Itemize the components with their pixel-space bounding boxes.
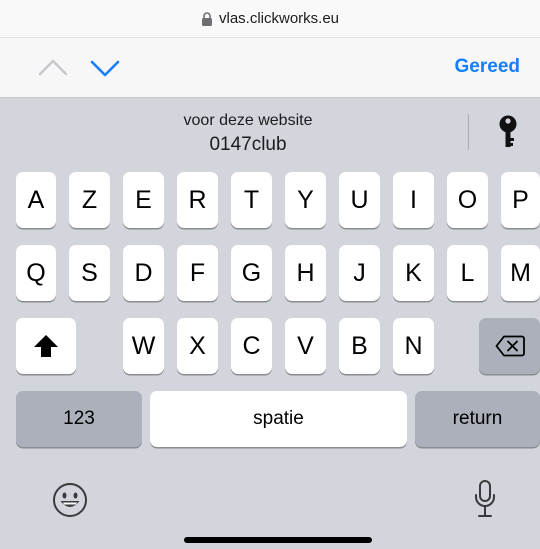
numbers-key[interactable]: 123 — [16, 391, 142, 447]
backspace-icon — [495, 335, 525, 357]
key-t[interactable]: T — [231, 172, 272, 228]
key-m[interactable]: M — [501, 245, 540, 301]
key-j[interactable]: J — [339, 245, 380, 301]
key-g[interactable]: G — [231, 245, 272, 301]
space-key[interactable]: spatie — [150, 391, 407, 447]
keyboard-accessory-bar: Gereed — [0, 38, 540, 98]
key-d[interactable]: D — [123, 245, 164, 301]
suggestion-username[interactable]: 0147club — [0, 134, 496, 156]
key-r[interactable]: R — [177, 172, 218, 228]
key-y[interactable]: Y — [285, 172, 326, 228]
key-l[interactable]: L — [447, 245, 488, 301]
key-k[interactable]: K — [393, 245, 434, 301]
key-u[interactable]: U — [339, 172, 380, 228]
suggestion-divider — [468, 114, 469, 150]
return-key[interactable]: return — [415, 391, 540, 447]
key-a[interactable]: A — [16, 172, 56, 228]
key-z[interactable]: Z — [69, 172, 110, 228]
chevron-up-icon[interactable] — [36, 52, 70, 84]
home-indicator — [184, 537, 372, 543]
key-f[interactable]: F — [177, 245, 218, 301]
key-s[interactable]: S — [69, 245, 110, 301]
delete-key[interactable] — [479, 318, 540, 374]
key-i[interactable]: I — [393, 172, 434, 228]
key-b[interactable]: B — [339, 318, 380, 374]
key-p[interactable]: P — [501, 172, 540, 228]
url-domain: vlas.clickworks.eu — [218, 10, 340, 27]
key-w[interactable]: W — [123, 318, 164, 374]
lock-icon — [201, 11, 212, 26]
done-button[interactable]: Gereed — [455, 56, 520, 78]
key-n[interactable]: N — [393, 318, 434, 374]
key-e[interactable]: E — [123, 172, 164, 228]
key-c[interactable]: C — [231, 318, 272, 374]
shift-icon — [34, 335, 58, 357]
key-o[interactable]: O — [447, 172, 488, 228]
key-q[interactable]: Q — [16, 245, 56, 301]
key-icon[interactable] — [497, 114, 519, 150]
emoji-icon[interactable] — [52, 482, 88, 518]
key-h[interactable]: H — [285, 245, 326, 301]
key-x[interactable]: X — [177, 318, 218, 374]
key-v[interactable]: V — [285, 318, 326, 374]
url-bar[interactable]: vlas.clickworks.eu — [0, 0, 540, 38]
chevron-down-icon[interactable] — [88, 52, 122, 84]
microphone-icon[interactable] — [474, 479, 496, 519]
suggestion-caption: voor deze website — [183, 112, 313, 129]
shift-key[interactable] — [16, 318, 76, 374]
password-suggestion-bar[interactable]: voor deze website 0147club — [0, 98, 540, 166]
